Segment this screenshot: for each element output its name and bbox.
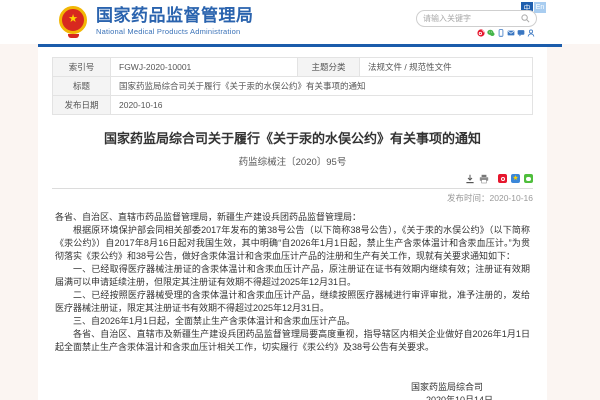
- weibo-icon[interactable]: [477, 29, 485, 37]
- signature-date: 2020年10月14日: [38, 394, 493, 400]
- paragraph-closing: 各省、自治区、直辖市及新疆生产建设兵团药品监督管理局要高度重视，指导辖区内相关企…: [55, 328, 530, 354]
- title-value: 国家药监局综合司关于履行《关于汞的水俣公约》有关事项的通知: [111, 77, 533, 96]
- wechat-icon[interactable]: [487, 29, 495, 37]
- paragraph-item-2: 二、已经按照医疗器械受理的含汞体温计和含汞血压计产品，继续按照医疗器械进行审评审…: [55, 289, 530, 315]
- index-number-value: FGWJ-2020-10001: [111, 58, 298, 77]
- meta-row-title: 标题 国家药监局综合司关于履行《关于汞的水俣公约》有关事项的通知: [53, 77, 533, 96]
- search-input[interactable]: [423, 14, 521, 23]
- paragraph-intro: 根据原环境保护部会同相关部委2017年发布的第38号公告（以下简称38号公告），…: [55, 224, 530, 263]
- document-title: 国家药监局综合司关于履行《关于汞的水俣公约》有关事项的通知: [38, 128, 547, 147]
- index-number-label: 索引号: [53, 58, 111, 77]
- search-box: [416, 10, 537, 27]
- paragraph-item-3: 三、自2026年1月1日起，全面禁止生产含汞体温计和含汞血压计产品。: [55, 315, 530, 328]
- document-toolbar: ★: [38, 173, 533, 184]
- publish-date-label: 发布日期: [53, 96, 111, 115]
- signature-block: 国家药监局综合司 2020年10月14日: [38, 381, 493, 400]
- agency-name-cn: 国家药品监督管理局: [96, 6, 254, 25]
- signature-name: 国家药监局综合司: [38, 381, 483, 394]
- document-meta-table: 索引号 FGWJ-2020-10001 主题分类 法规文件 / 规范性文件 标题…: [52, 57, 533, 115]
- qzone-share-icon[interactable]: ★: [511, 174, 520, 183]
- publish-date-value: 2020-10-16: [111, 96, 533, 115]
- agency-name-en: National Medical Products Administration: [96, 27, 254, 36]
- social-links: [477, 28, 535, 37]
- message-icon[interactable]: [517, 29, 525, 37]
- notice-content: 索引号 FGWJ-2020-10001 主题分类 法规文件 / 规范性文件 标题…: [38, 47, 547, 400]
- lang-en-button[interactable]: En: [534, 2, 546, 13]
- document-number: 药监综械注〔2020〕95号: [38, 154, 547, 168]
- nmpa-notice-page: ★ 国家药品监督管理局 National Medical Products Ad…: [0, 0, 600, 400]
- emblem-star-icon: ★: [68, 14, 78, 25]
- topic-category-label: 主题分类: [298, 58, 360, 77]
- agency-logo-link[interactable]: ★ 国家药品监督管理局 National Medical Products Ad…: [58, 4, 254, 38]
- agency-name-block: 国家药品监督管理局 National Medical Products Admi…: [96, 6, 254, 36]
- paragraph-item-1: 一、已经取得医疗器械注册证的含汞体温计和含汞血压计产品，原注册证在证书有效期内继…: [55, 263, 530, 289]
- meta-row-date: 发布日期 2020-10-16: [53, 96, 533, 115]
- weibo-share-icon[interactable]: [498, 174, 507, 183]
- user-icon[interactable]: [527, 29, 535, 37]
- download-icon[interactable]: [465, 174, 475, 184]
- search-icon[interactable]: [521, 14, 530, 23]
- notice-body: 各省、自治区、直辖市药品监督管理局，新疆生产建设兵团药品监督管理局： 根据原环境…: [55, 211, 530, 354]
- meta-row-index: 索引号 FGWJ-2020-10001 主题分类 法规文件 / 规范性文件: [53, 58, 533, 77]
- publish-time: 发布时间：2020-10-16: [38, 192, 533, 204]
- mail-icon[interactable]: [507, 29, 515, 37]
- salutation: 各省、自治区、直辖市药品监督管理局，新疆生产建设兵团药品监督管理局：: [55, 211, 530, 224]
- title-divider: [52, 188, 533, 189]
- mobile-icon[interactable]: [497, 29, 505, 37]
- site-header: ★ 国家药品监督管理局 National Medical Products Ad…: [0, 0, 600, 44]
- title-label: 标题: [53, 77, 111, 96]
- print-icon[interactable]: [479, 174, 489, 184]
- national-emblem-icon: ★: [58, 4, 89, 38]
- topic-category-value: 法规文件 / 规范性文件: [360, 58, 533, 77]
- wechat-share-icon[interactable]: [524, 174, 533, 183]
